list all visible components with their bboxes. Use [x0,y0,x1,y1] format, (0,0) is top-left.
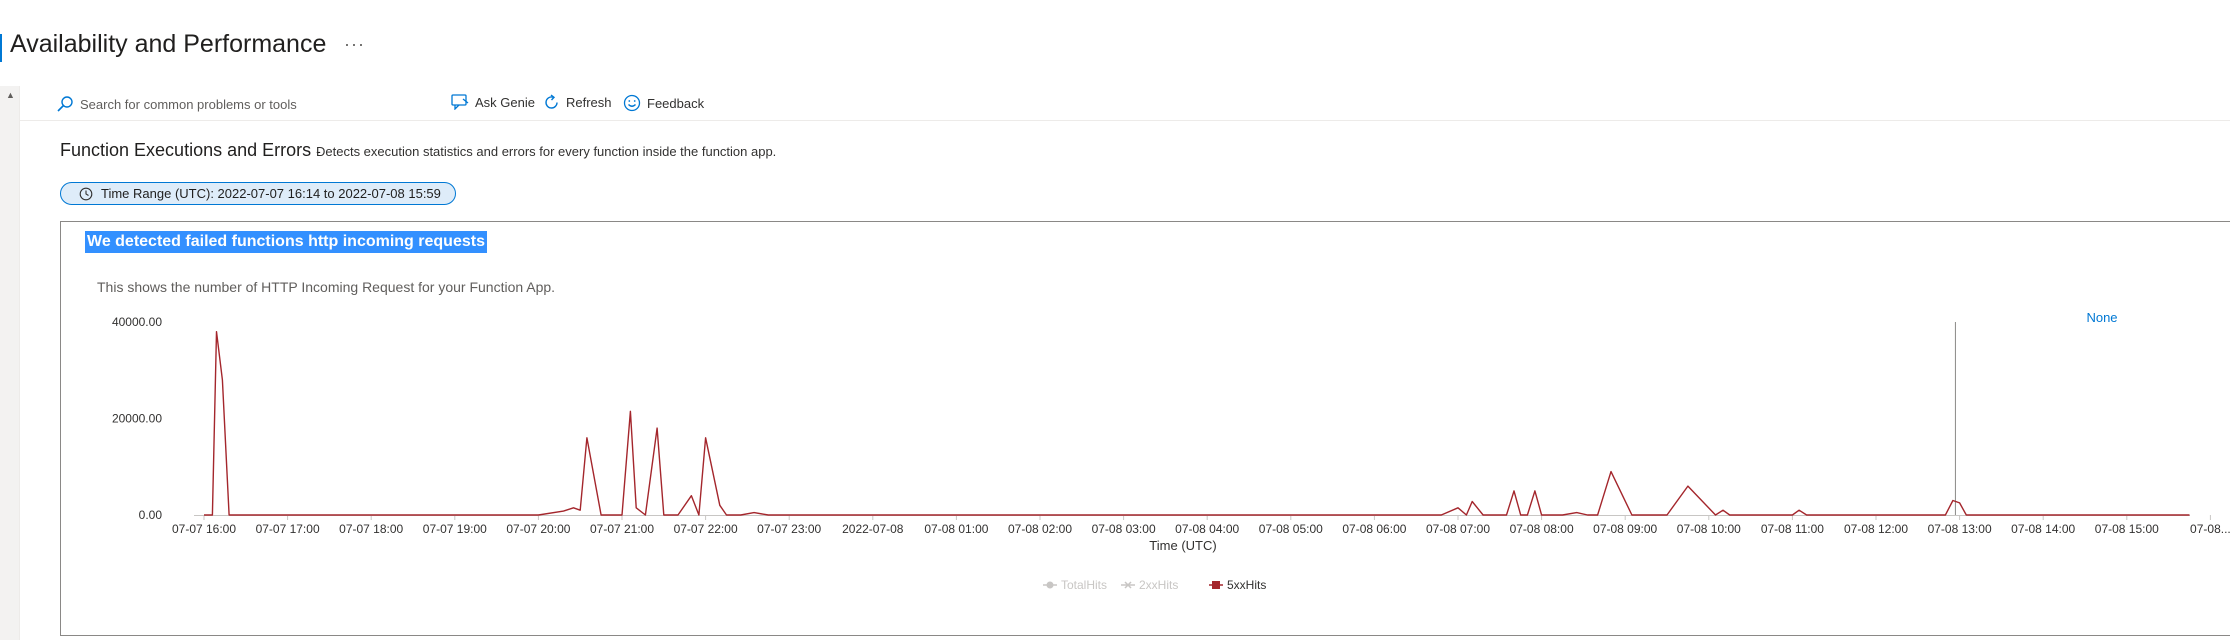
x-tick-label: 07-08 12:00 [1844,522,1908,536]
y-tick-label: 0.00 [139,508,163,522]
section-description: Detects execution statistics and errors … [316,144,777,159]
ask-genie-label: Ask Genie [475,94,535,110]
refresh-label: Refresh [566,95,612,110]
x-tick-label: 07-08 15:00 [2095,522,2159,536]
tooltip-none-label: None [2086,310,2117,325]
search-input[interactable] [78,93,438,115]
search-icon [57,96,73,112]
more-icon[interactable]: ··· [344,34,365,55]
x-tick-label: 07-08 05:00 [1259,522,1323,536]
series-line-5xxhits [204,331,2190,516]
x-tick-label: 07-07 18:00 [339,522,403,536]
feedback-icon [623,94,641,112]
legend-marker-circle [1046,581,1054,589]
clock-icon [79,187,93,200]
legend-item-2xxhits[interactable]: 2xxHits [1139,578,1178,592]
x-tick-label: 07-07 21:00 [590,522,654,536]
x-tick-label: 07-07 22:00 [674,522,738,536]
card-title: We detected failed functions http incomi… [85,231,487,253]
section-title-text: Function Executions and Errors [60,140,312,160]
x-tick-label: 07-08 14:00 [2011,522,2075,536]
card-description: This shows the number of HTTP Incoming R… [97,279,556,295]
x-tick-label: 07-08 01:00 [924,522,988,536]
feedback-button[interactable]: Feedback [623,94,704,112]
time-range-button[interactable]: Time Range (UTC): 2022-07-07 16:14 to 20… [60,182,456,205]
toolbar: Ask Genie Refresh Feedback [20,88,2230,121]
x-tick-label: 07-08 02:00 [1008,522,1072,536]
x-tick-label: 07-07 20:00 [506,522,570,536]
left-accent-bar [0,34,2,62]
refresh-icon [545,94,558,109]
legend-marker-square [1212,581,1220,589]
x-tick-label: 07-08 06:00 [1342,522,1406,536]
requests-chart[interactable]: 0.00 20000.00 40000.00 07-07 16:00 07-07 17:… [100,305,2230,605]
x-tick-label: 07-08 13:00 [1928,522,1992,536]
time-range-label: Time Range (UTC): 2022-07-07 16:14 to 20… [101,186,441,201]
x-tick-label: 07-07 16:00 [172,522,236,536]
x-tick-label: 07-08 09:00 [1593,522,1657,536]
x-tick-label: 07-07 19:00 [423,522,487,536]
x-tick-label: 07-08 11:00 [1761,522,1824,536]
x-tick-label: 07-08... [2190,522,2230,536]
left-rail-scrollbar[interactable] [0,86,20,640]
refresh-button[interactable]: Refresh [543,94,612,111]
x-tick-label: 07-08 04:00 [1175,522,1239,536]
x-tick-label: 07-08 10:00 [1677,522,1741,536]
legend-item-totalhits[interactable]: TotalHits [1061,578,1107,592]
feedback-label: Feedback [647,95,705,111]
x-tick-label: 07-08 08:00 [1510,522,1574,536]
scroll-up-icon[interactable]: ▲ [6,90,15,100]
y-tick-label: 40000.00 [112,315,162,329]
x-tick-label: 07-07 17:00 [256,522,320,536]
legend-item-5xxhits[interactable]: 5xxHits [1227,578,1266,592]
page-title: Availability and Performance [10,30,327,58]
genie-icon [451,94,469,110]
x-axis-title: Time (UTC) [1149,538,1216,553]
x-tick-label: 07-07 23:00 [757,522,821,536]
x-tick-label: 2022-07-08 [842,522,904,536]
x-tick-label: 07-08 03:00 [1092,522,1156,536]
ask-genie-button[interactable]: Ask Genie [451,94,535,110]
section-title: Function Executions and Errors - [60,140,321,161]
x-tick-label: 07-08 07:00 [1426,522,1490,536]
y-tick-label: 20000.00 [112,412,162,426]
